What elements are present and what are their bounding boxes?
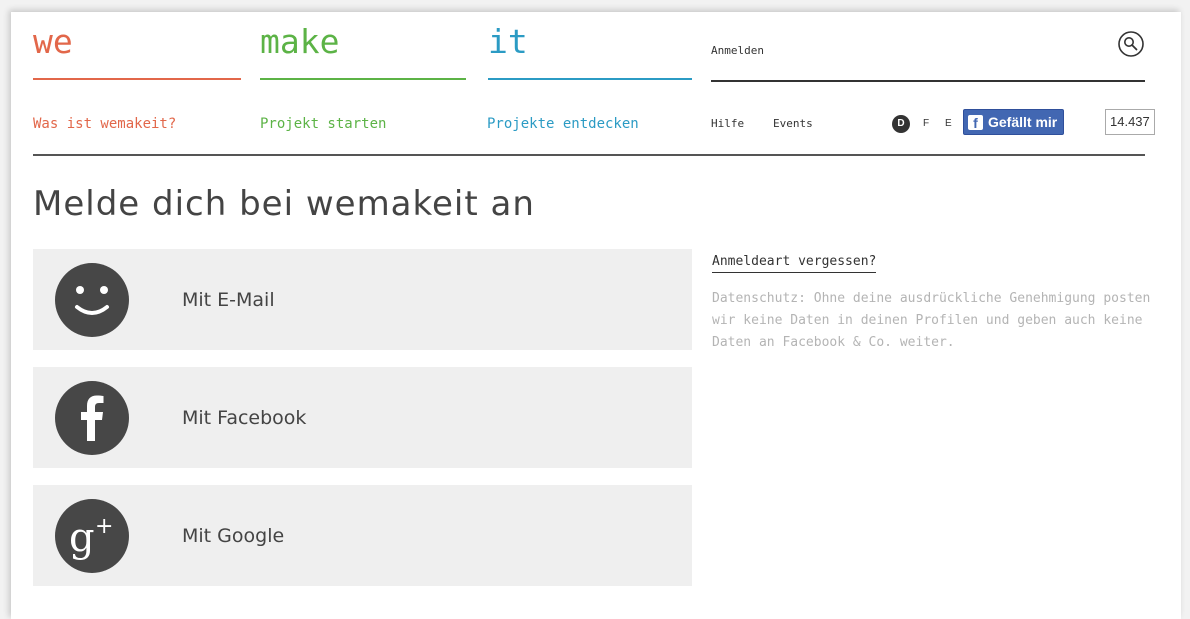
page-title: Melde dich bei wemakeit an: [33, 184, 535, 224]
language-de[interactable]: D: [892, 115, 910, 133]
search-button[interactable]: [1117, 30, 1145, 58]
language-en[interactable]: E: [945, 118, 952, 129]
login-google-label: Mit Google: [182, 525, 285, 547]
facebook-icon: [55, 381, 129, 455]
header-login-area: Anmelden: [711, 12, 1145, 82]
login-facebook-button[interactable]: Mit Facebook: [33, 367, 692, 468]
logo-we[interactable]: we: [33, 12, 241, 80]
main-nav: Was ist wemakeit? Projekt starten Projek…: [33, 108, 1155, 156]
facebook-like-count: 14.437: [1105, 109, 1155, 135]
logo-make-underline: [260, 78, 466, 80]
facebook-like-button[interactable]: f Gefällt mir: [963, 109, 1065, 135]
login-link[interactable]: Anmelden: [711, 44, 764, 57]
google-plus-icon: g +: [55, 499, 129, 573]
nav-projekt-starten[interactable]: Projekt starten: [260, 116, 386, 132]
privacy-note: Datenschutz: Ohne deine ausdrückliche Ge…: [712, 291, 1151, 350]
language-fr[interactable]: F: [923, 118, 929, 129]
forgot-login-method-link[interactable]: Anmeldeart vergessen?: [712, 254, 877, 273]
svg-text:+: +: [95, 514, 113, 539]
logo-we-text: we: [33, 22, 73, 61]
logo-it[interactable]: it: [488, 12, 692, 80]
logo-it-underline: [488, 78, 692, 80]
facebook-logo-icon: f: [968, 114, 983, 130]
page: we make it Anmelden Was ist wemakeit? Pr…: [11, 12, 1181, 619]
logo-we-underline: [33, 78, 241, 80]
login-facebook-label: Mit Facebook: [182, 407, 307, 429]
login-email-button[interactable]: Mit E-Mail: [33, 249, 692, 350]
facebook-like-label: Gefällt mir: [988, 114, 1058, 130]
logo-it-text: it: [488, 22, 528, 61]
svg-text:g: g: [69, 515, 95, 561]
nav-events[interactable]: Events: [773, 117, 813, 130]
smiley-icon: [55, 263, 129, 337]
nav-projekte-entdecken[interactable]: Projekte entdecken: [487, 116, 639, 132]
nav-hilfe[interactable]: Hilfe: [711, 117, 744, 130]
logo-make-text: make: [260, 22, 340, 61]
search-icon: [1118, 31, 1144, 57]
login-google-button[interactable]: g + Mit Google: [33, 485, 692, 586]
nav-was-ist-wemakeit[interactable]: Was ist wemakeit?: [33, 116, 176, 132]
logo-make[interactable]: make: [260, 12, 466, 80]
login-email-label: Mit E-Mail: [182, 289, 275, 311]
